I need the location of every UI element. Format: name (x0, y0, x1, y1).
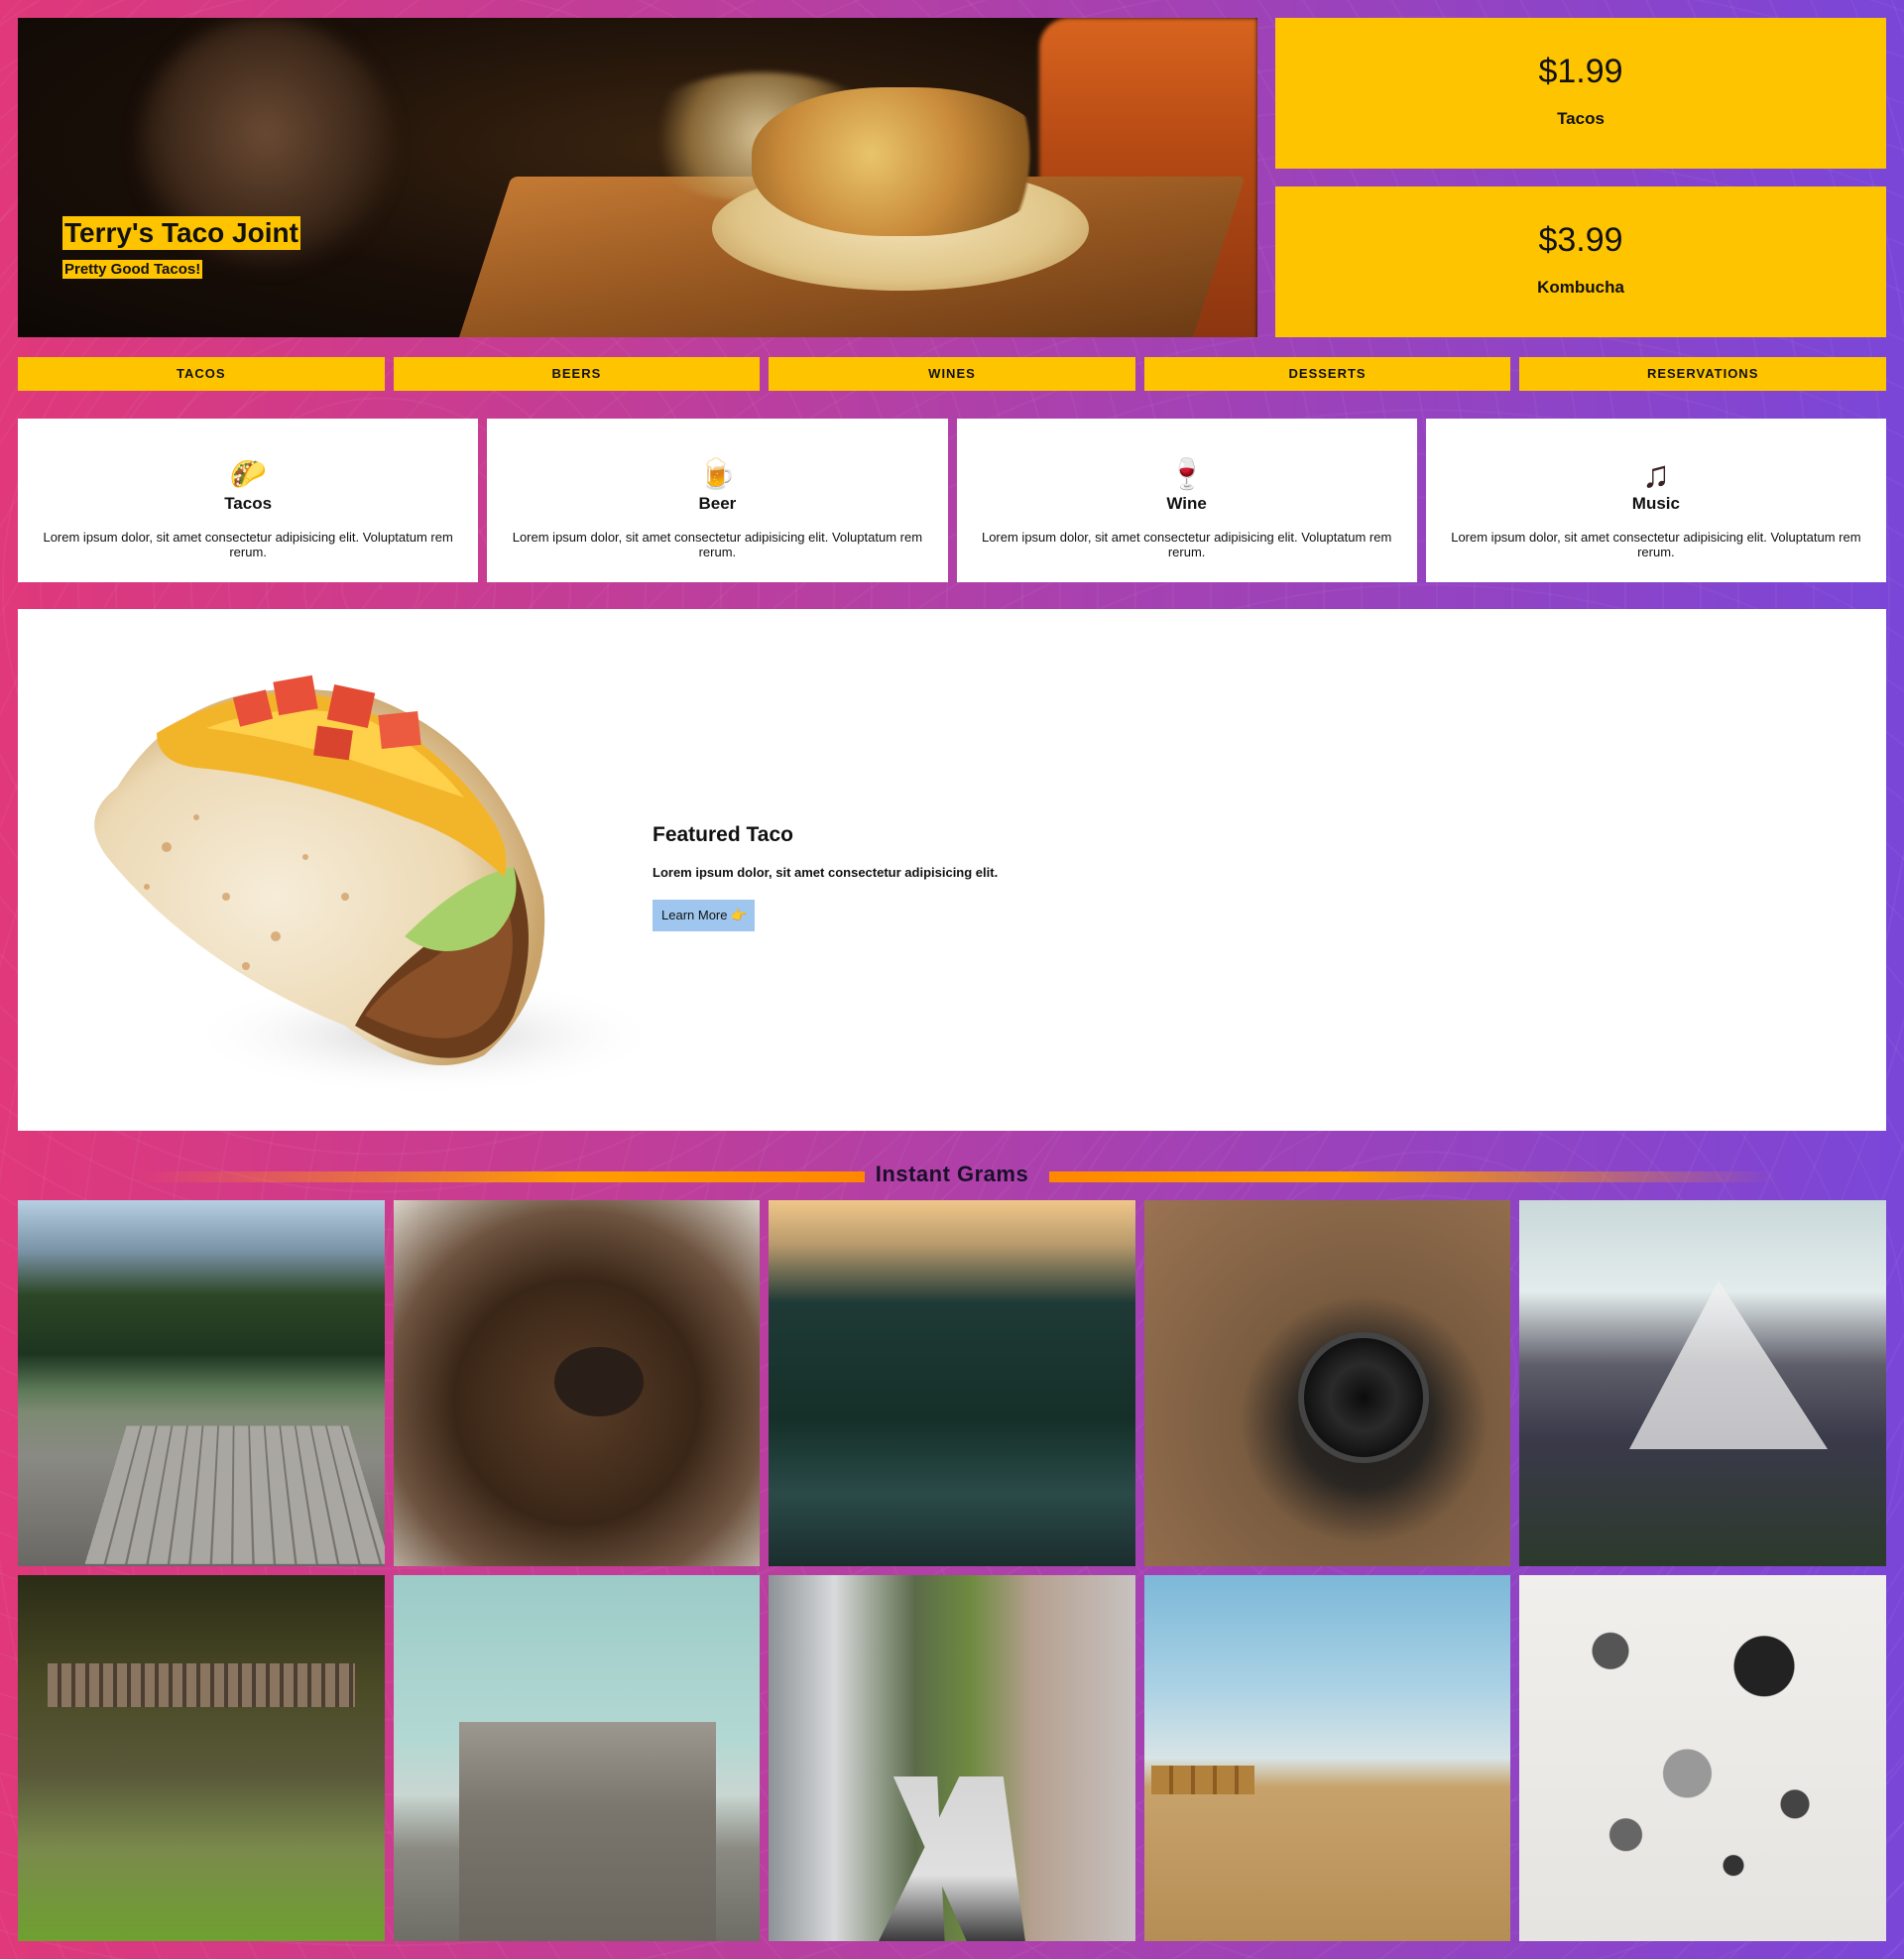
beer-icon: 🍺 (698, 458, 737, 491)
feature-card-wine: 🍷 Wine Lorem ipsum dolor, sit amet conse… (956, 419, 1417, 582)
hero-taco-filling (752, 87, 1049, 236)
nav-item-beers[interactable]: BEERS (393, 357, 761, 391)
nav-item-reservations[interactable]: RESERVATIONS (1519, 357, 1886, 391)
price-label: Tacos (1557, 109, 1605, 128)
mountain-photo[interactable] (1519, 1200, 1886, 1566)
bunker-photo[interactable] (393, 1575, 761, 1941)
featured-section: Featured Taco Lorem ipsum dolor, sit ame… (18, 609, 1886, 1131)
camera-photo[interactable] (1143, 1200, 1511, 1566)
nav-item-tacos[interactable]: TACOS (18, 357, 385, 391)
price-amount: $1.99 (1538, 53, 1623, 90)
feature-cards: 🌮 Tacos Lorem ipsum dolor, sit amet cons… (18, 419, 1886, 582)
parts-flatlay-photo[interactable] (1519, 1575, 1886, 1941)
feature-text: Lorem ipsum dolor, sit amet consectetur … (981, 530, 1392, 559)
bear-photo[interactable] (393, 1200, 761, 1566)
nav-item-wines[interactable]: WINES (769, 357, 1135, 391)
feature-text: Lorem ipsum dolor, sit amet consectetur … (1451, 530, 1861, 559)
feature-card-music: ♫ Music Lorem ipsum dolor, sit amet cons… (1425, 419, 1886, 582)
header-divider-right (1049, 1171, 1777, 1182)
featured-taco-image (94, 674, 653, 1095)
price-amount: $3.99 (1538, 221, 1623, 259)
forest-photo[interactable] (769, 1200, 1135, 1566)
feature-title: Beer (698, 494, 737, 513)
instant-grams-grid (18, 1200, 1886, 1941)
featured-title: Featured Taco (653, 823, 793, 846)
feature-title: Wine (1166, 494, 1207, 513)
featured-text-block: Featured Taco Lorem ipsum dolor, sit ame… (653, 823, 998, 931)
feature-card-beer: 🍺 Beer Lorem ipsum dolor, sit amet conse… (487, 419, 948, 582)
instant-grams-title: Instant Grams (875, 1162, 1029, 1186)
learn-more-button[interactable]: Learn More 👉 (653, 900, 756, 931)
feature-title: Music (1631, 494, 1680, 513)
taco-icon: 🌮 (229, 458, 267, 491)
main-nav: TACOS BEERS WINES DESSERTS RESERVATIONS (18, 357, 1886, 391)
feature-card-tacos: 🌮 Tacos Lorem ipsum dolor, sit amet cons… (18, 419, 479, 582)
feature-text: Lorem ipsum dolor, sit amet consectetur … (512, 530, 923, 559)
price-card-tacos: $1.99 Tacos (1275, 18, 1886, 169)
old-pier-photo[interactable] (18, 1575, 385, 1941)
city-feet-photo[interactable] (769, 1575, 1135, 1941)
feature-title: Tacos (224, 494, 273, 513)
wine-icon: 🍷 (1167, 458, 1206, 491)
nav-item-desserts[interactable]: DESSERTS (1143, 357, 1511, 391)
farm-field-photo[interactable] (1143, 1575, 1511, 1941)
site-tagline: Pretty Good Tacos! (62, 260, 203, 279)
lake-dock-photo[interactable] (18, 1200, 385, 1566)
site-title: Terry's Taco Joint (62, 216, 300, 250)
price-label: Kombucha (1537, 278, 1624, 297)
hero-title-block: Terry's Taco Joint Pretty Good Tacos! (62, 216, 300, 279)
price-card-kombucha: $3.99 Kombucha (1275, 186, 1886, 337)
instant-grams-header: Instant Grams (18, 1161, 1886, 1188)
hero-banner: Terry's Taco Joint Pretty Good Tacos! (18, 18, 1257, 337)
header-divider-left (137, 1171, 865, 1182)
music-icon: ♫ (1641, 454, 1671, 496)
feature-text: Lorem ipsum dolor, sit amet consectetur … (43, 530, 453, 559)
featured-description: Lorem ipsum dolor, sit amet consectetur … (653, 865, 999, 880)
